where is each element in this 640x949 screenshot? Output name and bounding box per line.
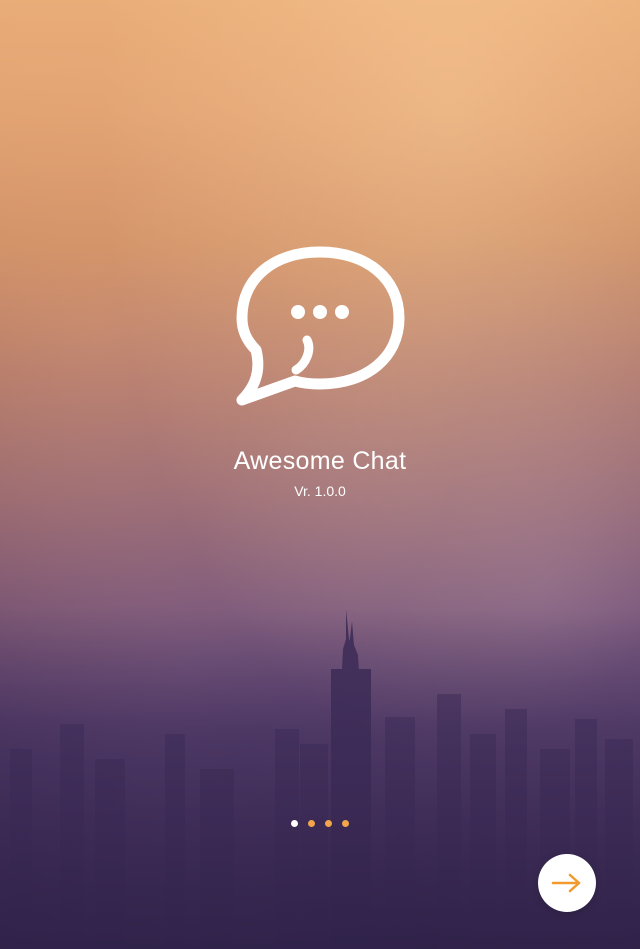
next-button[interactable] — [538, 854, 596, 912]
page-indicator — [0, 820, 640, 827]
chat-bubble-icon — [234, 246, 406, 406]
page-dot-active[interactable] — [291, 820, 298, 827]
page-dot[interactable] — [325, 820, 332, 827]
page-dot[interactable] — [342, 820, 349, 827]
splash-screen: Awesome Chat Vr. 1.0.0 — [0, 0, 640, 949]
arrow-right-icon — [551, 873, 581, 893]
app-version: Vr. 1.0.0 — [294, 483, 346, 499]
page-dot[interactable] — [308, 820, 315, 827]
app-title: Awesome Chat — [233, 447, 407, 475]
